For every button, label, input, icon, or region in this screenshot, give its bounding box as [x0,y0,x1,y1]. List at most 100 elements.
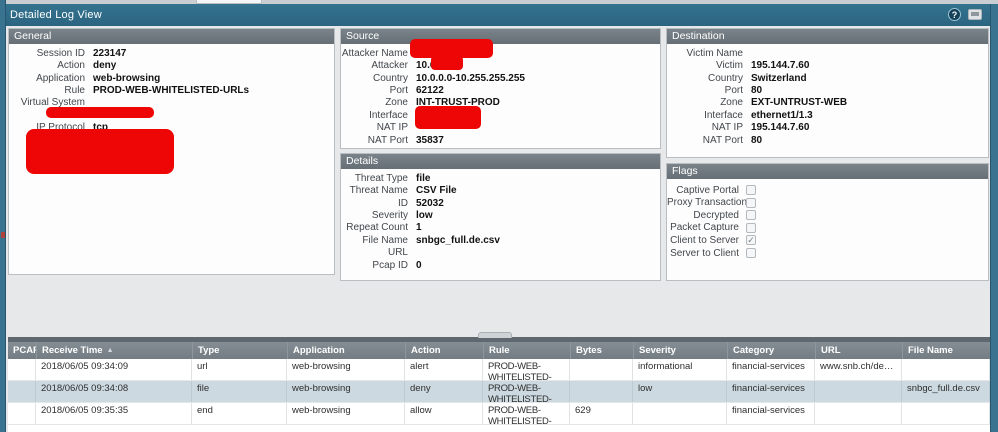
general-panel-header: General [9,29,334,44]
window-icon[interactable] [968,9,982,20]
field-row: Interface [341,109,660,121]
source-panel-header: Source [341,29,660,44]
table-header-cell[interactable]: File Name [902,342,990,359]
field-value: 10.0.0.0-10.255.255.255 [416,72,525,84]
table-cell: url [192,359,287,380]
table-cell: end [192,403,287,424]
flag-checkbox [746,210,756,221]
field-label: Interface [704,109,743,121]
flag-label: Decrypted [693,209,739,221]
table-cell: financial-services [727,381,815,402]
table-cell [902,359,990,380]
field-label: Port [724,85,743,97]
field-label: Severity [371,210,408,222]
field-value: low [416,210,433,222]
page-left-edge [0,0,6,432]
field-value: 1 [416,222,422,234]
table-header-cell[interactable]: Type [192,342,287,359]
flag-row: Proxy Transaction [667,197,988,210]
field-value: 80 [751,85,763,97]
table-cell [8,403,36,424]
table-header-cell[interactable]: PCAP [8,342,36,359]
field-value: snbgc_full.de.csv [416,234,500,246]
table-row[interactable]: 2018/06/05 09:34:08 file web-browsing deny P… [8,381,990,403]
field-row: Application web-browsing [9,72,334,84]
field-label: Threat Name [349,185,408,197]
field-row: Attacker 10.64 [341,59,660,71]
source-panel-body: Attacker Name Attacker 10.64 Country 10.0.0.… [341,44,660,147]
table-header-cell[interactable]: URL [815,342,902,359]
field-label: Repeat Count [346,222,408,234]
table-cell [8,359,36,380]
table-cell [815,381,902,402]
field-value: CSV File [416,185,457,197]
field-row: Victim 195.144.7.60 [667,59,988,71]
table-cell: 2018/06/05 09:34:08 [36,381,192,402]
table-cell: alert [405,359,483,380]
details-panel-header: Details [341,154,660,169]
field-row: Port 62122 [341,84,660,96]
field-label: Session ID [36,47,85,59]
destination-panel: Destination Victim Name Victim 195.144.7.6… [666,28,989,158]
table-header-cell[interactable]: Bytes [570,342,633,359]
field-value: 62122 [416,85,444,97]
field-label: Action [57,60,85,72]
table-header-cell[interactable]: Category [727,342,815,359]
table-cell [570,359,633,380]
table-header-cell[interactable]: Application [287,342,405,359]
field-value: deny [93,60,117,72]
table-row[interactable]: 2018/06/05 09:35:35 end web-browsing allow P… [8,403,990,425]
table-cell: www.snb.ch/de/mmr/r... [815,359,902,380]
destination-panel-body: Victim Name Victim 195.144.7.60 Country Swit… [667,44,988,147]
field-label: Country [707,72,743,84]
source-panel: Source Attacker Name Attacker 10.64 Country… [340,28,661,149]
detailed-log-view-dialog: Detailed Log View ? General Session ID 22… [0,0,998,432]
field-row: NAT IP [341,122,660,134]
redaction-block-interface-natip [415,106,481,129]
table-header-cell[interactable]: Severity [633,342,727,359]
left-edge-marker [1,232,5,238]
field-label: Victim [715,60,743,72]
field-row: Port 80 [667,84,988,96]
flag-checkbox [746,197,756,208]
flag-label: Packet Capture [670,222,739,234]
field-value: 0 [416,259,422,271]
table-cell: web-browsing [287,359,405,380]
field-label: Threat Type [354,172,408,184]
table-header-cell[interactable]: Rule [483,342,570,359]
flag-row: Decrypted [667,209,988,222]
field-value: web-browsing [93,72,161,84]
flag-checkbox: ✓ [746,235,756,246]
flag-row: Packet Capture [667,222,988,235]
redaction-block-attacker-ip [431,56,463,70]
field-value: Switzerland [751,72,807,84]
table-cell [815,403,902,424]
table-cell: PROD-WEB-WHITELISTED-URLs [483,359,570,380]
field-row: NAT Port 35837 [341,134,660,146]
field-label: ID [398,197,408,209]
table-header-cell[interactable]: Receive Time ▲ [36,342,192,359]
flag-row: Captive Portal [667,184,988,197]
related-logs-table: PCAPReceive Time▲TypeApplicationActionRu… [8,342,990,432]
table-row[interactable]: 2018/06/05 09:34:09 url web-browsing alert P… [8,359,990,381]
table-cell: financial-services [727,359,815,380]
table-header-cell[interactable]: Action [405,342,483,359]
field-label: Rule [64,85,85,97]
destination-panel-header: Destination [667,29,988,44]
help-icon[interactable]: ? [948,8,961,21]
sort-asc-icon: ▲ [106,347,114,354]
splitter-collapse-handle[interactable] [478,332,512,338]
field-label: Attacker [371,60,408,72]
field-row: Country Switzerland [667,72,988,84]
field-value: ethernet1/1.3 [751,109,813,121]
field-row: Zone INT-TRUST-PROD [341,97,660,109]
field-value: 80 [751,134,763,146]
table-header-row: PCAPReceive Time▲TypeApplicationActionRu… [8,342,990,359]
field-row: Action deny [9,59,334,71]
flag-checkbox [746,222,756,233]
redaction-block-virtual-system [46,107,154,118]
field-row: Zone EXT-UNTRUST-WEB [667,97,988,109]
flag-checkbox [746,248,756,258]
field-value: EXT-UNTRUST-WEB [751,97,848,109]
table-cell: PROD-WEB-WHITELISTED-URLs [483,403,570,424]
